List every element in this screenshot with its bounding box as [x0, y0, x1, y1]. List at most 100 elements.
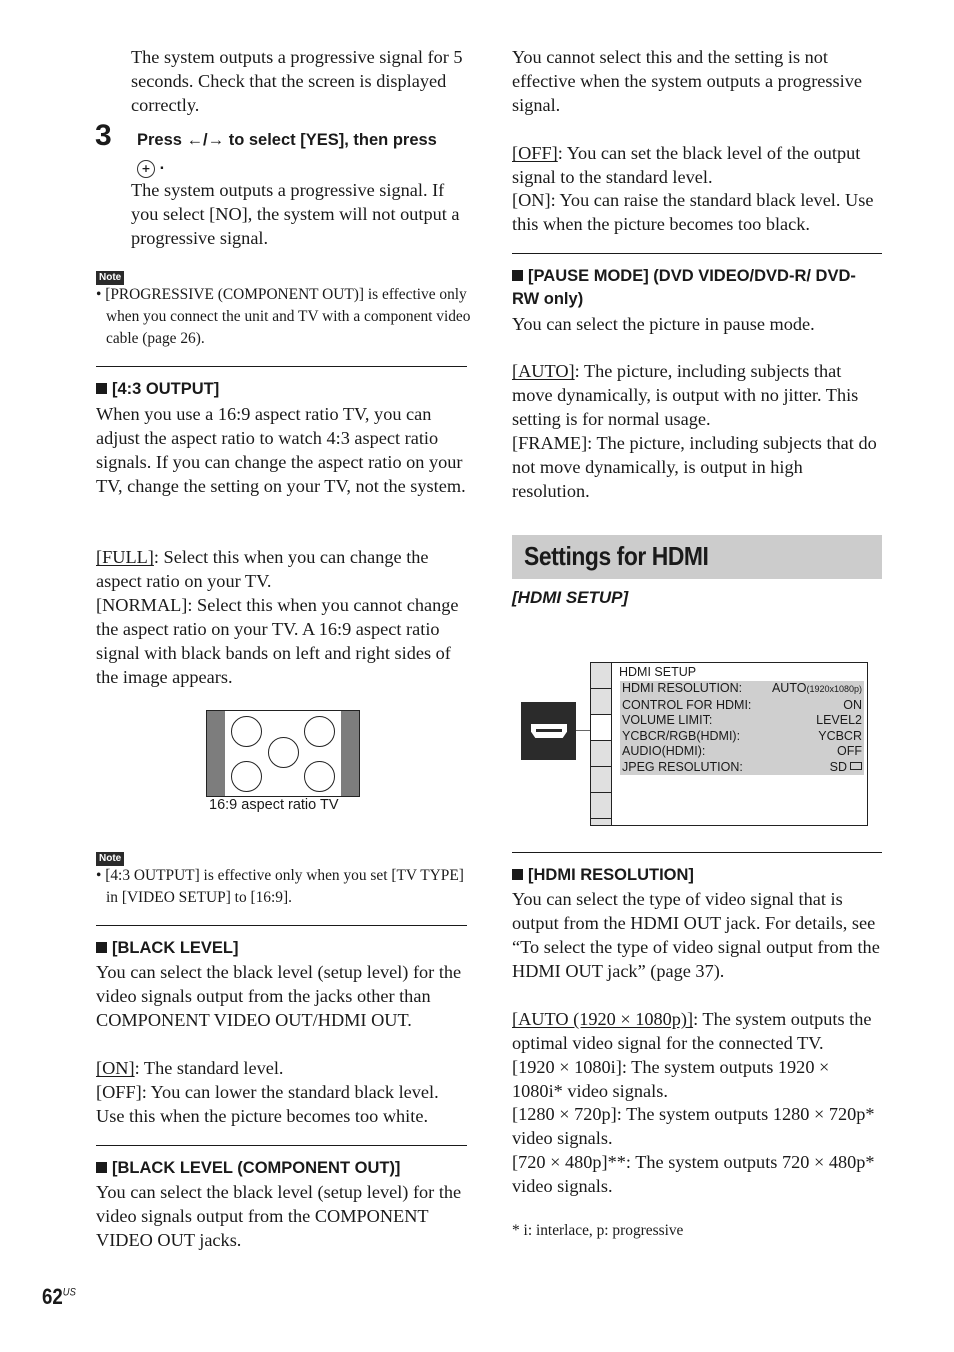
hdmi-plug-slot	[536, 729, 562, 732]
option-720p: [1280 × 720p]: The system outputs 1280 ×…	[512, 1104, 875, 1148]
black-band-right	[341, 711, 359, 796]
intro-paragraph: The system outputs a progressive signal …	[131, 47, 463, 115]
osd-tab-selected[interactable]	[591, 715, 611, 741]
heading-text: [BLACK LEVEL (COMPONENT OUT)]	[112, 1159, 401, 1177]
osd-setting-value: OFF	[837, 744, 862, 758]
note-text: • [4:3 OUTPUT] is effective only when yo…	[96, 867, 464, 906]
option-off: [OFF]: You can lower the standard black …	[96, 1082, 439, 1126]
osd-setting-row[interactable]: VOLUME LIMIT: LEVEL2	[620, 713, 864, 729]
osd-setting-value: YCBCR	[818, 728, 862, 743]
option-full: [FULL]: Select this when you can change …	[96, 545, 468, 593]
square-bullet-icon	[96, 383, 107, 394]
osd-setting-value-detail: (1920x1080p)	[806, 684, 862, 694]
option-text: : The standard level.	[134, 1058, 284, 1078]
osd-settings-list: HDMI RESOLUTION: AUTO(1920x1080p) CONTROL …	[620, 681, 864, 775]
heading-text: [HDMI RESOLUTION]	[528, 866, 694, 884]
default-option-label: [OFF]	[512, 143, 558, 163]
note-badge: Note	[96, 267, 125, 285]
osd-tab[interactable]	[591, 767, 611, 793]
subheading: [HDMI SETUP]	[512, 588, 629, 607]
aspect-box-icon	[850, 761, 862, 770]
default-option-label: [FULL]	[96, 547, 154, 567]
square-bullet-icon	[512, 869, 523, 880]
osd-setting-label: JPEG RESOLUTION:	[622, 759, 743, 774]
osd-setting-row[interactable]: JPEG RESOLUTION: SD	[620, 760, 864, 776]
page-number-suffix: US	[62, 1286, 76, 1299]
step-instruction: Press ←/→ to select [YES], then press + …	[137, 128, 477, 178]
section-heading-hdmi-resolution: [HDMI RESOLUTION]	[512, 864, 694, 887]
black-band-left	[207, 711, 225, 796]
osd-setting-label: YCBCR/RGB(HDMI):	[622, 728, 741, 743]
option-1080i: [1920 × 1080i]: The system outputs 1920 …	[512, 1057, 830, 1101]
section-divider	[512, 253, 882, 254]
default-option-label: [AUTO]	[512, 361, 575, 381]
osd-setting-row[interactable]: YCBCR/RGB(HDMI): YCBCR	[620, 729, 864, 745]
osd-tabs	[591, 663, 612, 825]
osd-setting-row[interactable]: CONTROL FOR HDMI: ON	[620, 698, 864, 714]
osd-setting-label: HDMI RESOLUTION:	[622, 681, 743, 695]
option-text: : You can set the black level of the out…	[512, 143, 861, 187]
figure-caption: 16:9 aspect ratio TV	[209, 797, 339, 813]
heading-text: [BLACK LEVEL]	[112, 939, 239, 957]
osd-tab[interactable]	[591, 663, 611, 689]
option-off: [OFF]: You can set the black level of th…	[512, 141, 884, 189]
heading-text: [PAUSE MODE] (DVD VIDEO/DVD-R/ DVD-RW on…	[512, 267, 856, 308]
osd-setting-value: LEVEL2	[816, 713, 862, 727]
osd-title: HDMI SETUP	[619, 665, 697, 679]
square-bullet-icon	[96, 942, 107, 953]
section-heading-pause-mode: [PAUSE MODE] (DVD VIDEO/DVD-R/ DVD-RW on…	[512, 265, 882, 311]
osd-setting-row[interactable]: AUDIO(HDMI): OFF	[620, 744, 864, 760]
osd-tab[interactable]	[591, 741, 611, 767]
section-divider	[512, 852, 882, 853]
osd-setting-label: VOLUME LIMIT:	[622, 713, 713, 727]
note-text: • [PROGRESSIVE (COMPONENT OUT)] is effec…	[96, 286, 471, 347]
option-frame: [FRAME]: The picture, including subjects…	[512, 433, 877, 501]
section-body: When you use a 16:9 aspect ratio TV, you…	[96, 404, 466, 496]
heading-text: [4:3 OUTPUT]	[112, 380, 220, 398]
page-number: 62US	[42, 1284, 76, 1310]
note-badge-label: Note	[96, 852, 125, 866]
banner-title: Settings for HDMI	[524, 541, 709, 571]
square-bullet-icon	[512, 270, 523, 281]
step-number: 3	[95, 119, 112, 152]
figure-circle	[268, 737, 299, 768]
osd-tab[interactable]	[591, 689, 611, 715]
default-option-label: [AUTO (1920 × 1080p)]	[512, 1009, 694, 1029]
section-body: You can select the type of video signal …	[512, 889, 880, 981]
enter-button-icon: +	[137, 160, 155, 178]
intro-paragraph: You cannot select this and the setting i…	[512, 47, 862, 115]
osd-setting-value: SD	[830, 760, 862, 776]
section-body: You can select the picture in pause mode…	[512, 314, 815, 334]
page-number-value: 62	[42, 1284, 63, 1309]
option-480p: [720 × 480p]**: The system outputs 720 ×…	[512, 1152, 875, 1196]
tv-aspect-figure	[206, 710, 360, 797]
osd-tab[interactable]	[591, 793, 611, 819]
default-option-label: [ON]	[96, 1058, 135, 1078]
step-instruction-text: Press ←/→ to select [YES], then press	[137, 131, 437, 149]
osd-setting-label: CONTROL FOR HDMI:	[622, 697, 752, 712]
section-body: You can select the black level (setup le…	[96, 962, 462, 1030]
note-badge: Note	[96, 848, 125, 866]
section-body: You can select the black level (setup le…	[96, 1182, 462, 1250]
osd-setting-value: ON	[843, 697, 862, 712]
option-auto-resolution: [AUTO (1920 × 1080p)]: The system output…	[512, 1007, 884, 1055]
step-body: The system outputs a progressive signal.…	[131, 180, 460, 248]
section-banner: Settings for HDMI	[512, 535, 882, 579]
option-normal: [NORMAL]: Select this when you cannot ch…	[96, 595, 459, 687]
note-badge-label: Note	[96, 271, 125, 285]
section-divider	[96, 1145, 467, 1146]
step-instruction-end: .	[159, 155, 165, 173]
section-divider	[96, 366, 467, 367]
figure-circle	[304, 761, 335, 792]
section-heading-black-level: [BLACK LEVEL]	[96, 937, 239, 960]
osd-setting-label: AUDIO(HDMI):	[622, 744, 706, 758]
figure-circle	[304, 716, 335, 747]
option-on: [ON]: The standard level.	[96, 1056, 468, 1080]
osd-screen: HDMI SETUP HDMI RESOLUTION: AUTO(1920x108…	[590, 662, 868, 826]
osd-setting-row[interactable]: HDMI RESOLUTION: AUTO(1920x1080p)	[620, 681, 864, 698]
option-on: [ON]: You can raise the standard black l…	[512, 190, 874, 234]
osd-setting-value: AUTO(1920x1080p)	[771, 681, 862, 695]
section-heading-4-3-output: [4:3 OUTPUT]	[96, 378, 219, 401]
option-auto: [AUTO]: The picture, including subjects …	[512, 359, 884, 431]
figure-circle	[231, 716, 262, 747]
